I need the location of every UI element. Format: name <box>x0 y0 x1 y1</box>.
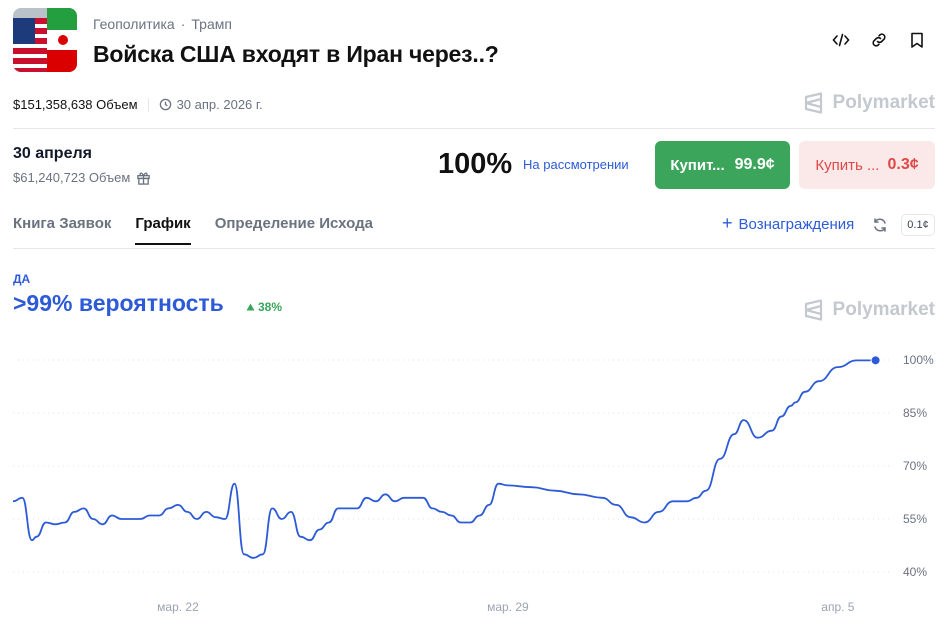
rewards-button[interactable]: + Вознаграждения <box>722 213 855 233</box>
market-meta: $151,358,638 Объем 30 апр. 2026 г. <box>13 97 263 112</box>
y-tick-label: 55% <box>903 512 927 526</box>
embed-icon[interactable] <box>831 30 851 50</box>
buy-no-button[interactable]: Купить ... 0.3¢ <box>799 141 935 189</box>
tab-chart[interactable]: График <box>135 215 191 245</box>
outcome-volume: $61,240,723 Объем <box>13 170 151 185</box>
divider <box>13 128 935 129</box>
outcome-volume-text: $61,240,723 Объем <box>13 170 131 185</box>
clock-icon <box>159 98 171 111</box>
plus-icon: + <box>722 213 733 233</box>
meta-divider <box>147 97 149 112</box>
end-date-text: 30 апр. 2026 г. <box>176 97 263 112</box>
series-line-yes <box>12 359 876 559</box>
polymarket-logo: Polymarket <box>803 299 935 321</box>
outcome-date: 30 апреля <box>13 145 92 162</box>
market-title: Войска США входят в Иран через..? <box>93 41 499 67</box>
buy-no-price: 0.3¢ <box>887 156 919 173</box>
total-volume: $151,358,638 Объем <box>13 97 138 112</box>
change-badge: 38% <box>246 300 282 314</box>
series-label: ДА <box>13 272 31 286</box>
breadcrumb: Геополитика · Трамп <box>93 16 232 32</box>
buy-no-label: Купить ... <box>815 156 880 174</box>
end-date: 30 апр. 2026 г. <box>159 97 263 112</box>
tab-bar: Книга Заявок График Определение Исхода <box>13 215 373 245</box>
x-tick-label: апр. 5 <box>821 600 855 614</box>
market-header: Геополитика · Трамп Войска США входят в Ир… <box>13 8 927 72</box>
y-tick-label: 40% <box>903 565 927 579</box>
link-icon[interactable] <box>869 30 889 50</box>
breadcrumb-geopolitics[interactable]: Геополитика <box>93 16 175 32</box>
x-tick-label: мар. 29 <box>487 600 529 614</box>
status-badge: На рассмотрении <box>523 157 629 172</box>
breadcrumb-trump[interactable]: Трамп <box>191 16 232 32</box>
gift-icon[interactable] <box>136 170 151 185</box>
refresh-icon[interactable] <box>872 217 888 238</box>
y-tick-label: 85% <box>903 406 927 420</box>
buy-yes-button[interactable]: Купит... 99.9¢ <box>655 141 790 189</box>
tick-size-badge[interactable]: 0.1¢ <box>901 214 935 236</box>
rewards-label: Вознаграждения <box>738 216 855 233</box>
polymarket-logo-text: Polymarket <box>832 299 935 320</box>
probability-headline: >99% вероятность <box>13 290 224 316</box>
buy-yes-price: 99.9¢ <box>734 156 775 173</box>
polymarket-logo-text: Polymarket <box>832 92 935 113</box>
y-tick-label: 70% <box>903 459 927 473</box>
market-thumbnail <box>13 8 77 72</box>
breadcrumb-separator: · <box>180 16 186 32</box>
buy-yes-label: Купит... <box>670 156 725 174</box>
probability-chart[interactable]: 100% 85% 70% 55% 40% мар. 22 мар. 29 апр. 5 <box>0 340 940 617</box>
series-end-point <box>870 355 881 366</box>
change-value: 38% <box>258 300 283 314</box>
tab-resolution[interactable]: Определение Исхода <box>215 215 373 245</box>
bookmark-icon[interactable] <box>907 30 927 50</box>
polymarket-logo: Polymarket <box>803 92 935 114</box>
header-actions <box>831 30 927 50</box>
x-tick-label: мар. 22 <box>157 600 199 614</box>
polymarket-logo-icon <box>804 92 822 114</box>
outcome-probability: 100% <box>438 148 513 180</box>
polymarket-logo-icon <box>804 299 822 321</box>
tab-order-book[interactable]: Книга Заявок <box>13 215 111 245</box>
divider <box>13 248 935 249</box>
y-tick-label: 100% <box>903 353 934 367</box>
triangle-up-icon <box>246 303 255 311</box>
